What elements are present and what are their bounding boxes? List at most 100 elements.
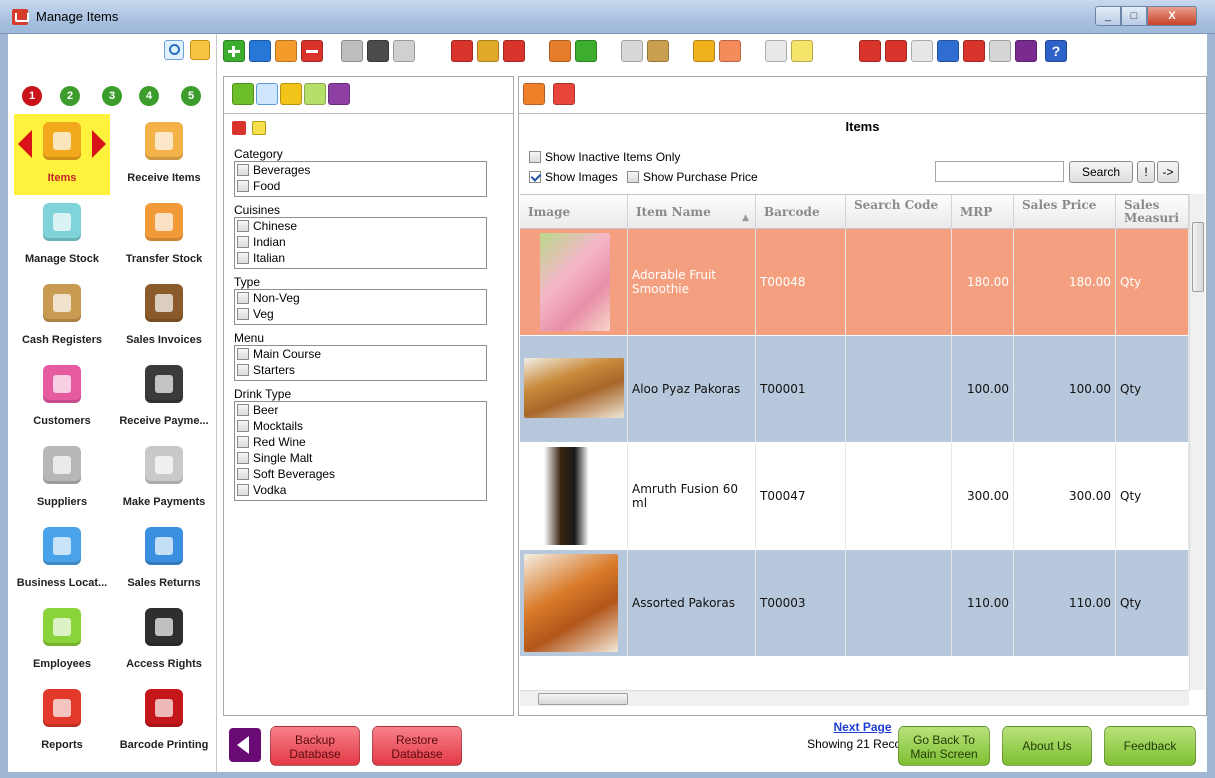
feedback-button[interactable]: Feedback (1104, 726, 1196, 766)
prev-arrow-icon[interactable] (18, 130, 32, 158)
filter-option[interactable]: Food (237, 179, 484, 195)
filter-checkbox[interactable] (237, 252, 249, 264)
nav-item-make-payment[interactable]: Make Payments (116, 438, 212, 519)
nav-item-key-lock[interactable]: Access Rights (116, 600, 212, 681)
back-button[interactable] (229, 728, 261, 762)
keyboard-icon[interactable] (367, 40, 389, 62)
truck-icon[interactable] (859, 40, 881, 62)
filter-option[interactable]: Single Malt (237, 451, 484, 467)
filter-option[interactable]: Indian (237, 235, 484, 251)
export-icon[interactable] (575, 40, 597, 62)
list-view-icon[interactable] (232, 83, 254, 105)
filter-checkbox[interactable] (237, 236, 249, 248)
bar-chart-red-icon[interactable] (503, 40, 525, 62)
column-header-image[interactable]: Image (520, 195, 628, 229)
layout-icon[interactable] (621, 40, 643, 62)
show-inactive-option[interactable]: Show Inactive Items Only (529, 150, 680, 164)
search-input[interactable] (935, 161, 1064, 182)
filter-option[interactable]: Main Course (237, 347, 484, 363)
step-3-badge[interactable]: 3 (102, 86, 122, 106)
chart-icon[interactable] (989, 40, 1011, 62)
show-purchase-price-checkbox[interactable] (627, 171, 639, 183)
backup-database-button[interactable]: Backup Database (270, 726, 360, 766)
nav-item-employee[interactable]: Employees (14, 600, 110, 681)
color-grid-icon[interactable] (553, 83, 575, 105)
bar-chart-icon[interactable] (477, 40, 499, 62)
nav-item-cart-stock[interactable]: Manage Stock (14, 195, 110, 276)
list-icon[interactable] (911, 40, 933, 62)
filter-option[interactable]: Starters (237, 363, 484, 379)
column-header-sales-measuri[interactable]: Sales Measuri (1116, 195, 1189, 229)
nav-item-scroll[interactable]: Reports (14, 681, 110, 762)
close-x-icon[interactable] (1015, 40, 1037, 62)
nav-item-transfer[interactable]: Transfer Stock (116, 195, 212, 276)
filter-option[interactable]: Mocktails (237, 419, 484, 435)
column-header-sales-price[interactable]: Sales Price (1014, 195, 1116, 229)
help-icon[interactable]: ? (1045, 40, 1067, 62)
scroll-thumb[interactable] (538, 693, 628, 705)
filter-icon[interactable] (256, 83, 278, 105)
table-row[interactable]: Amruth Fusion 60 ml T00047 300.00 300.00 Qty (520, 443, 1189, 550)
step-5-badge[interactable]: 5 (181, 86, 201, 106)
nav-item-customers[interactable]: Customers (14, 357, 110, 438)
step-4-badge[interactable]: 4 (139, 86, 159, 106)
column-header-item-name[interactable]: Item Name ▲ (628, 195, 756, 229)
clear-icon[interactable] (252, 121, 266, 135)
cart-remove-icon[interactable] (791, 40, 813, 62)
transfer-icon[interactable] (647, 40, 669, 62)
nav-swap-icon[interactable] (190, 40, 210, 60)
nav-item-receive-payment[interactable]: Receive Payme... (116, 357, 212, 438)
back-arrow-icon[interactable] (523, 83, 545, 105)
filter-checkbox[interactable] (237, 308, 249, 320)
filter-option[interactable]: Italian (237, 251, 484, 267)
filter-checkbox[interactable] (237, 420, 249, 432)
view-icon[interactable] (275, 40, 297, 62)
horizontal-scrollbar[interactable] (520, 690, 1189, 706)
table-row[interactable]: Adorable Fruit Smoothie T00048 180.00 180.0… (520, 229, 1189, 336)
about-us-button[interactable]: About Us (1002, 726, 1092, 766)
truck-return-icon[interactable] (885, 40, 907, 62)
filter-checkbox[interactable] (237, 164, 249, 176)
nav-item-invoice[interactable]: Sales Invoices (116, 276, 212, 357)
filter-checkbox[interactable] (237, 468, 249, 480)
stock-out-icon[interactable] (719, 40, 741, 62)
nav-item-return-cart[interactable]: Sales Returns (116, 519, 212, 600)
restore-database-button[interactable]: Restore Database (372, 726, 462, 766)
filter-option[interactable]: Chinese (237, 219, 484, 235)
clear-filter-icon[interactable] (328, 83, 350, 105)
go-back-main-button[interactable]: Go Back To Main Screen (898, 726, 990, 766)
filter-checkbox[interactable] (237, 348, 249, 360)
filter-option[interactable]: Veg (237, 307, 484, 323)
close-button[interactable]: X (1147, 6, 1197, 26)
filter-checkbox[interactable] (237, 452, 249, 464)
nav-item-store[interactable]: Business Locat... (14, 519, 110, 600)
table-row[interactable]: Aloo Pyaz Pakoras T00001 100.00 100.00 Qty (520, 336, 1189, 443)
nav-item-factory[interactable]: Suppliers (14, 438, 110, 519)
filter-checkbox[interactable] (237, 292, 249, 304)
filter-checkbox[interactable] (237, 436, 249, 448)
minimize-button[interactable]: _ (1095, 6, 1121, 26)
delete-icon[interactable] (301, 40, 323, 62)
nav-item-shopping-cart[interactable]: Items (14, 114, 110, 195)
scroll-thumb[interactable] (1192, 222, 1204, 292)
refresh-icon[interactable] (232, 121, 246, 135)
show-images-checkbox[interactable] (529, 171, 541, 183)
next-page-link[interactable]: Next Page (519, 720, 1206, 734)
filter-option[interactable]: Non-Veg (237, 291, 484, 307)
hierarchy-icon[interactable] (393, 40, 415, 62)
import-icon[interactable] (549, 40, 571, 62)
vertical-scrollbar[interactable] (1189, 194, 1205, 690)
filter-option[interactable]: Soft Beverages (237, 467, 484, 483)
barcode-icon[interactable] (963, 40, 985, 62)
step-2-badge[interactable]: 2 (60, 86, 80, 106)
stock-in-icon[interactable] (693, 40, 715, 62)
next-arrow-button[interactable]: -> (1157, 161, 1179, 183)
filter-option[interactable]: Beverages (237, 163, 484, 179)
filter-option[interactable]: Beer (237, 403, 484, 419)
show-inactive-checkbox[interactable] (529, 151, 541, 163)
nav-item-cash-register[interactable]: Cash Registers (14, 276, 110, 357)
filter-add-icon[interactable] (304, 83, 326, 105)
column-header-barcode[interactable]: Barcode (756, 195, 846, 229)
step-1-badge[interactable]: 1 (22, 86, 42, 106)
maximize-button[interactable]: □ (1121, 6, 1147, 26)
